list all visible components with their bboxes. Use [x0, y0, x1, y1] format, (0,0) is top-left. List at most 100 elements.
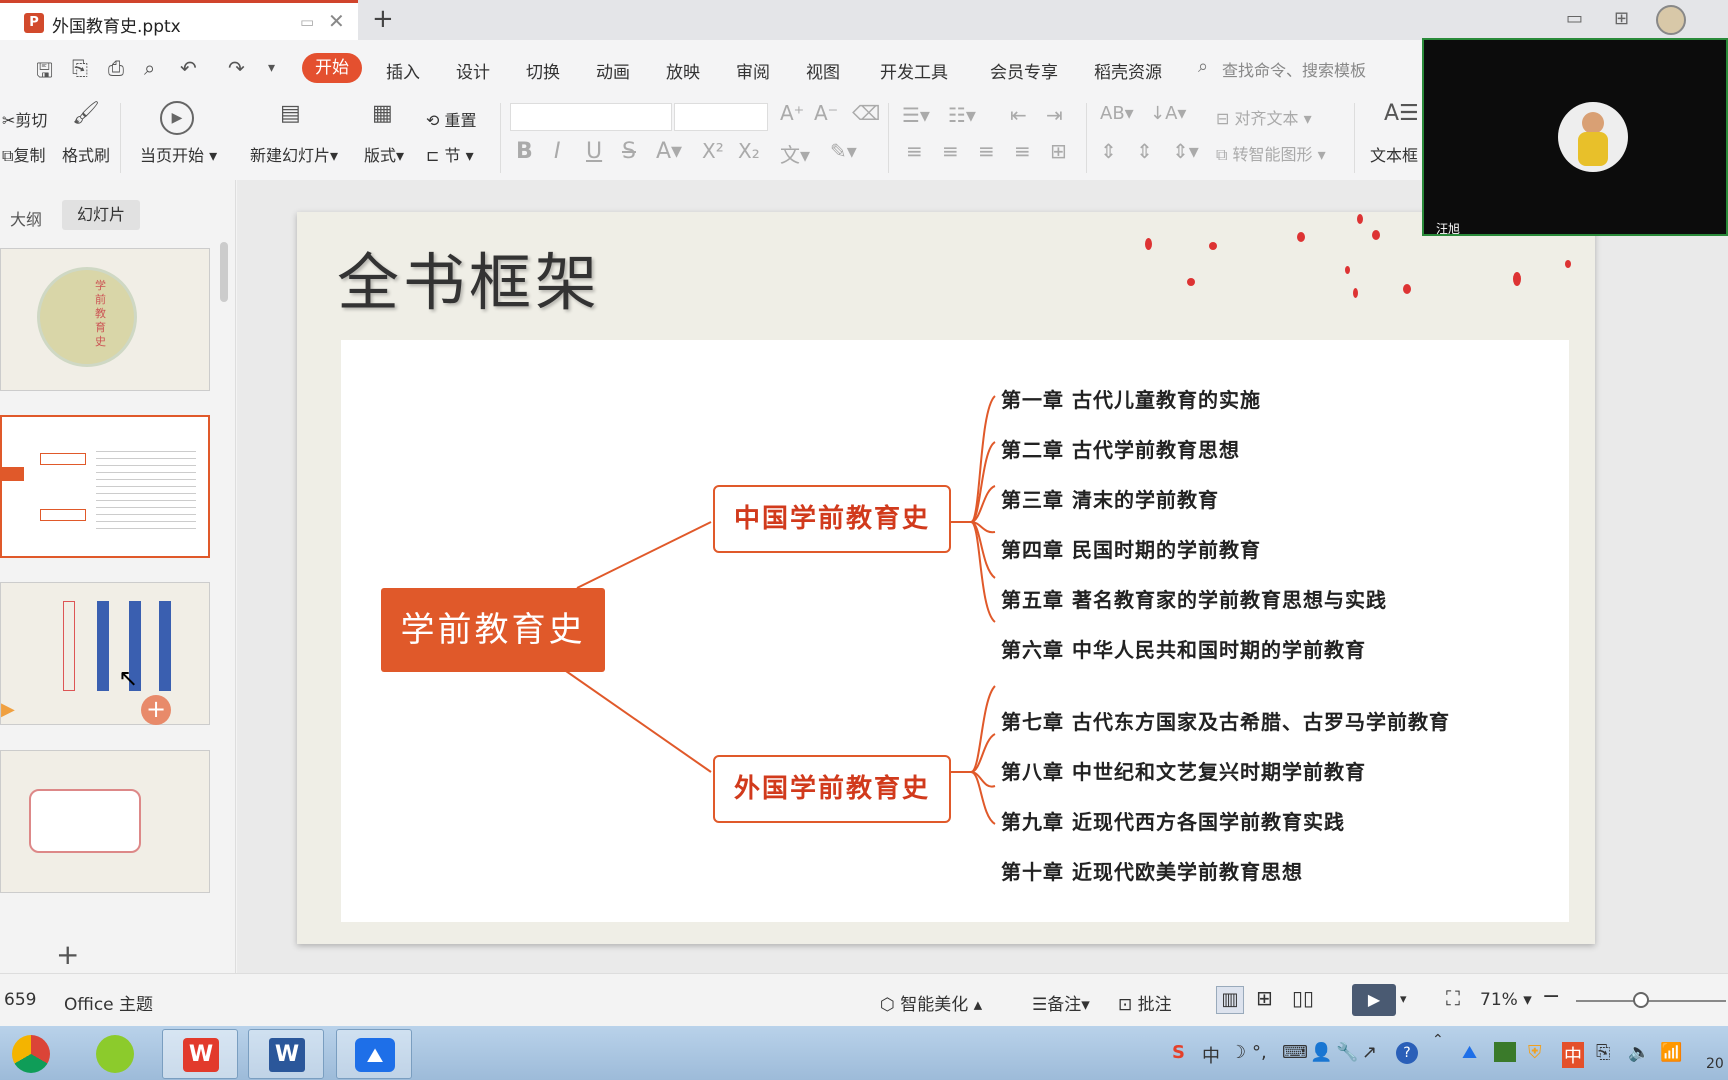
decrease-font-icon[interactable]: A⁻ [814, 101, 838, 125]
chapter-item[interactable]: 第五章 著名教育家的学前教育思想与实践 [1001, 584, 1387, 613]
ime-punct-icon[interactable]: °, [1252, 1042, 1267, 1063]
section-button[interactable]: ⊏ 节 ▾ [426, 142, 474, 166]
meeting-app-taskbar-button[interactable]: ⛰ [336, 1029, 412, 1079]
video-call-overlay[interactable]: 汪旭 [1422, 38, 1728, 236]
user-avatar[interactable] [1656, 5, 1686, 35]
ime-chinese-icon[interactable]: 中 [1202, 1042, 1220, 1068]
numbered-list-icon[interactable]: ☷▾ [948, 103, 976, 127]
chapter-item[interactable]: 第九章 近现代西方各国学前教育实践 [1001, 806, 1345, 835]
wps-taskbar-button[interactable]: W [162, 1029, 238, 1079]
print-preview-icon[interactable]: ⌕ [144, 56, 155, 80]
font-size-select[interactable] [674, 103, 768, 131]
customize-qa-icon[interactable]: ▾ [268, 60, 275, 76]
menu-review[interactable]: 审阅 [736, 58, 770, 83]
chapter-item[interactable]: 第一章 古代儿童教育的实施 [1001, 384, 1261, 413]
redo-icon[interactable]: ↷ [228, 56, 245, 80]
tab-slides[interactable]: 幻灯片 [62, 200, 140, 230]
cut-button[interactable]: ✂剪切 [2, 107, 47, 131]
menu-developer[interactable]: 开发工具 [880, 58, 948, 83]
align-text-button[interactable]: ⊟ 对齐文本 ▾ [1216, 105, 1312, 129]
word-taskbar-button[interactable]: W [248, 1029, 324, 1079]
text-direction-icon[interactable]: AB▾ [1100, 103, 1134, 124]
menu-member[interactable]: 会员专享 [990, 58, 1058, 83]
mindmap-branch-foreign[interactable]: 外国学前教育史 [713, 755, 951, 823]
smart-beautify-button[interactable]: ⬡ 智能美化 ▴ [880, 990, 982, 1015]
layout-button[interactable]: 版式▾ [364, 142, 404, 166]
slide-sorter-icon[interactable]: ⊞ [1256, 986, 1273, 1010]
font-color-icon[interactable]: A▾ [656, 139, 682, 164]
superscript-icon[interactable]: X² [702, 139, 724, 163]
tray-expand-icon[interactable]: ⌃ [1432, 1032, 1444, 1048]
zoom-out-icon[interactable]: − [1542, 984, 1560, 1009]
mindmap-root-node[interactable]: 学前教育史 [381, 588, 605, 672]
zoom-level[interactable]: 71% ▾ [1480, 990, 1532, 1010]
document-tab[interactable]: P 外国教育史.pptx ▭ ✕ [0, 0, 358, 40]
user-icon[interactable]: 👤 [1310, 1042, 1332, 1063]
increase-font-icon[interactable]: A⁺ [780, 101, 804, 125]
meeting-tray-icon[interactable]: ⛰ [1462, 1042, 1477, 1063]
clipboard-icon[interactable]: ⎘ [1596, 1042, 1610, 1063]
add-slide-icon[interactable]: + [141, 695, 171, 725]
format-painter-button[interactable]: 格式刷 [62, 142, 110, 166]
new-tab-button[interactable]: + [372, 4, 394, 34]
window-layout-icon[interactable]: ▭ [1566, 8, 1583, 29]
strikethrough-icon[interactable]: S [622, 139, 636, 164]
theme-name[interactable]: Office 主题 [64, 990, 153, 1015]
align-left-icon[interactable]: ≡ [906, 139, 923, 163]
ime-tray-icon[interactable]: 中 [1562, 1042, 1584, 1068]
zoom-slider-handle[interactable] [1633, 992, 1649, 1008]
save-icon[interactable]: 🖫 [36, 56, 53, 90]
play-from-current-button[interactable]: 当页开始 ▾ [140, 142, 217, 166]
chapter-item[interactable]: 第六章 中华人民共和国时期的学前教育 [1001, 634, 1366, 663]
music-app-taskbar-button[interactable] [82, 1029, 158, 1079]
chapter-item[interactable]: 第四章 民国时期的学前教育 [1001, 534, 1261, 563]
font-family-select[interactable] [510, 103, 672, 131]
subscript-icon[interactable]: X₂ [738, 139, 760, 163]
menu-slideshow[interactable]: 放映 [666, 58, 700, 83]
menu-animation[interactable]: 动画 [596, 58, 630, 83]
notes-button[interactable]: ☰备注▾ [1032, 990, 1090, 1015]
new-slide-button[interactable]: 新建幻灯片▾ [250, 142, 338, 166]
menu-start[interactable]: 开始 [302, 53, 362, 83]
textbox-button[interactable]: 文本框 [1370, 142, 1418, 166]
volume-icon[interactable]: 🔈 [1628, 1042, 1650, 1063]
spacing-options-icon[interactable]: ⇕▾ [1172, 139, 1199, 163]
slide-thumbnail-1[interactable]: 学前教育史 [0, 248, 210, 391]
distribute-icon[interactable]: ⊞ [1050, 139, 1067, 163]
zoom-slider-track[interactable] [1576, 1000, 1726, 1002]
clear-format-icon[interactable]: ⌫ [852, 101, 880, 125]
underline-icon[interactable]: U [586, 139, 602, 164]
menu-design[interactable]: 设计 [456, 58, 490, 83]
keyboard-icon[interactable]: ⌨ [1282, 1042, 1308, 1063]
fit-window-icon[interactable]: ⛶ [1446, 986, 1460, 1010]
slide-thumbnail-2-selected[interactable] [0, 415, 210, 558]
slideshow-play-button[interactable]: ▶ [1352, 984, 1396, 1016]
align-right-icon[interactable]: ≡ [978, 139, 995, 163]
align-center-icon[interactable]: ≡ [942, 139, 959, 163]
decrease-indent-icon[interactable]: ⇤ [1010, 103, 1027, 127]
command-search[interactable]: 查找命令、搜索模板 [1222, 57, 1366, 81]
justify-icon[interactable]: ≡ [1014, 139, 1031, 163]
clock[interactable]: 20 [1706, 1056, 1724, 1072]
sort-icon[interactable]: ↓A▾ [1150, 103, 1186, 124]
wrench-icon[interactable]: 🔧 [1336, 1042, 1358, 1063]
slide-title[interactable]: 全书框架 [337, 232, 601, 322]
chapter-item[interactable]: 第七章 古代东方国家及古希腊、古罗马学前教育 [1001, 706, 1450, 735]
grid-apps-icon[interactable]: ⊞ [1614, 8, 1629, 29]
slide-thumbnail-3[interactable]: + ▶ [0, 582, 210, 725]
slide-thumbnail-4[interactable] [0, 750, 210, 893]
menu-insert[interactable]: 插入 [386, 58, 420, 83]
add-slide-button[interactable]: + [56, 938, 79, 971]
chapter-item[interactable]: 第三章 清末的学前教育 [1001, 484, 1219, 513]
menu-docer[interactable]: 稻壳资源 [1094, 58, 1162, 83]
shield-icon[interactable]: ⛨ [1528, 1042, 1542, 1063]
share-icon[interactable]: ↗ [1362, 1042, 1377, 1063]
italic-icon[interactable]: I [554, 139, 561, 164]
mindmap-branch-china[interactable]: 中国学前教育史 [713, 485, 951, 553]
menu-view[interactable]: 视图 [806, 58, 840, 83]
menu-transition[interactable]: 切换 [526, 58, 560, 83]
chapter-item[interactable]: 第十章 近现代欧美学前教育思想 [1001, 856, 1303, 885]
paragraph-spacing-icon[interactable]: ⇕ [1136, 139, 1153, 163]
slide[interactable]: 全书框架 学前教育史 中国学前教育史 外国学前教育史 第一章 古代儿童教育的实施… [297, 212, 1595, 944]
ime-moon-icon[interactable]: ☽ [1230, 1042, 1246, 1063]
